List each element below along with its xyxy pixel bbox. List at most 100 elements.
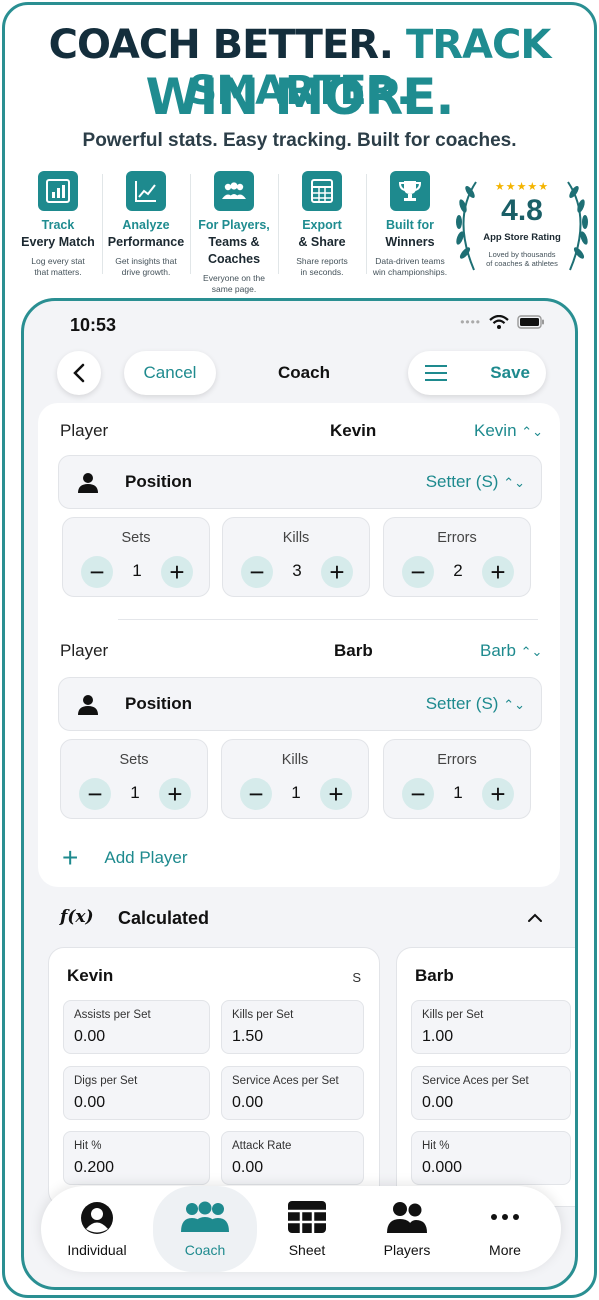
trophy-icon	[390, 171, 430, 211]
stat-value: 1	[453, 783, 463, 802]
stat-name: Sets	[121, 530, 151, 546]
feature-subtitle: Performance	[107, 235, 185, 249]
tab-players[interactable]: Players	[355, 1186, 459, 1272]
feature-analyze: Analyze Performance Get insights that dri…	[102, 168, 190, 288]
function-icon: f(x)	[60, 907, 94, 927]
page-title: Coach	[278, 363, 330, 382]
tab-bar: Individual Coach Sheet Players More	[41, 1186, 561, 1272]
stat-name: Errors	[437, 530, 477, 546]
position-label: Position	[125, 694, 193, 713]
feature-players: For Players, Teams & Coaches Everyone on…	[190, 168, 278, 294]
increment-button[interactable]: +	[159, 778, 191, 810]
trend-chart-icon	[126, 171, 166, 211]
stat-name: Errors	[437, 752, 477, 768]
feature-desc: Get insights that drive growth.	[115, 256, 177, 277]
feature-subtitle: Winners	[385, 235, 435, 249]
tab-more[interactable]: More	[453, 1186, 557, 1272]
chevron-up-icon[interactable]	[527, 913, 543, 923]
spreadsheet-icon	[302, 171, 342, 211]
status-icons: ••••	[460, 315, 545, 329]
increment-button[interactable]: +	[321, 556, 353, 588]
stat-value: 1	[130, 783, 140, 802]
rating-label: App Store Rating	[483, 232, 561, 243]
feature-subtitle: Every Match	[21, 235, 95, 249]
increment-button[interactable]: +	[482, 556, 514, 588]
decrement-button[interactable]: −	[240, 778, 272, 810]
person-circle-icon	[81, 1202, 113, 1234]
rating-value: 4.8	[501, 194, 543, 227]
hero-subtitle: Powerful stats. Easy tracking. Built for…	[82, 130, 517, 151]
stat-name: Kills	[281, 752, 309, 768]
stat-stepper-kills: Kills − 1 +	[221, 739, 369, 819]
tab-individual[interactable]: Individual	[45, 1186, 149, 1272]
feature-desc: Data-driven teams win championships.	[372, 256, 448, 277]
divider	[118, 619, 538, 620]
metric-card: Assists per Set 0.00	[63, 1000, 210, 1054]
person-icon	[78, 695, 98, 715]
player-select[interactable]: Barb ⌃⌄	[480, 641, 542, 661]
phone-screen: 10:53 •••• Cancel Coach Save Player Kevi…	[21, 298, 578, 1290]
metric-card: Hit % 0.000	[411, 1131, 571, 1185]
player-select[interactable]: Kevin ⌃⌄	[474, 421, 543, 441]
add-player-label: Add Player	[104, 848, 188, 867]
tab-coach[interactable]: Coach	[153, 1186, 257, 1272]
feature-winners: Built for Winners Data-driven teams win c…	[366, 168, 454, 288]
increment-button[interactable]: +	[482, 778, 514, 810]
decrement-button[interactable]: −	[241, 556, 273, 588]
position-value: Setter (S) ⌃⌄	[425, 694, 525, 713]
feature-title: Analyze	[122, 218, 170, 232]
feature-title: Export	[302, 218, 342, 232]
player-name: Kevin	[330, 421, 377, 440]
metric-card: Kills per Set 1.00	[411, 1000, 571, 1054]
position-field[interactable]: Position Setter (S) ⌃⌄	[58, 455, 542, 509]
feature-desc: Log every stat that matters.	[31, 256, 85, 277]
nav-actions: Save	[408, 351, 546, 395]
stat-value: 3	[292, 561, 302, 580]
team-icon	[181, 1201, 229, 1232]
status-time: 10:53	[70, 315, 117, 335]
feature-title: Built for	[386, 218, 434, 232]
stat-value: 1	[132, 561, 142, 580]
tab-sheet[interactable]: Sheet	[255, 1186, 359, 1272]
stat-stepper-errors: Errors − 1 +	[383, 739, 531, 819]
add-player-button[interactable]: + Add Player	[62, 843, 188, 873]
decrement-button[interactable]: −	[402, 778, 434, 810]
group-icon	[214, 171, 254, 211]
cancel-button[interactable]: Cancel	[124, 351, 216, 395]
back-button[interactable]	[57, 351, 101, 395]
feature-subtitle: & Share	[298, 235, 346, 249]
position-field[interactable]: Position Setter (S) ⌃⌄	[58, 677, 542, 731]
menu-icon[interactable]	[424, 364, 448, 382]
person-icon	[78, 473, 98, 493]
stat-stepper-sets: Sets − 1 +	[60, 739, 208, 819]
cellular-icon: ••••	[460, 315, 481, 329]
calculated-title: Calculated	[118, 908, 210, 928]
calculated-card-barb: Barb Kills per Set 1.00 Service Aces per …	[396, 947, 575, 1207]
bar-chart-icon	[38, 171, 78, 211]
players-icon	[387, 1202, 427, 1233]
player-label: Player	[60, 421, 109, 440]
decrement-button[interactable]: −	[402, 556, 434, 588]
feature-title: For Players,	[198, 218, 270, 232]
plus-icon: +	[62, 842, 79, 873]
feature-list: Track Every Match Log every stat that mat…	[14, 168, 454, 294]
wifi-icon	[489, 315, 509, 329]
metric-card: Service Aces per Set 0.00	[221, 1066, 364, 1120]
rating-stars: ★★★★★	[494, 181, 550, 193]
save-button[interactable]: Save	[490, 363, 530, 383]
chevron-updown-icon: ⌃⌄	[503, 697, 525, 712]
position-value: Setter (S) ⌃⌄	[425, 472, 525, 491]
calc-player-name: Kevin	[67, 966, 114, 985]
player-label: Player	[60, 641, 109, 660]
chevron-left-icon	[73, 363, 85, 383]
stat-name: Kills	[282, 530, 310, 546]
increment-button[interactable]: +	[161, 556, 193, 588]
metric-card: Hit % 0.200	[63, 1131, 210, 1185]
increment-button[interactable]: +	[320, 778, 352, 810]
decrement-button[interactable]: −	[81, 556, 113, 588]
feature-export: Export & Share Share reports in seconds.	[278, 168, 366, 288]
stat-stepper-kills: Kills − 3 +	[222, 517, 370, 597]
decrement-button[interactable]: −	[79, 778, 111, 810]
stat-value: 1	[291, 783, 301, 802]
grid-icon	[288, 1201, 326, 1233]
